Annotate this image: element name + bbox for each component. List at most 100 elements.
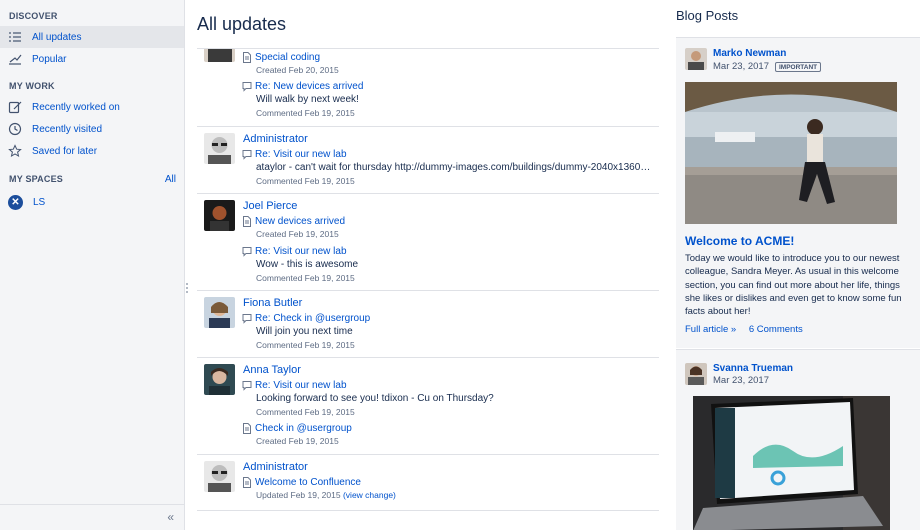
- sidebar-item-popular[interactable]: Popular: [0, 48, 184, 70]
- space-icon: ✕: [8, 194, 23, 210]
- comments-link[interactable]: 6 Comments: [749, 324, 803, 335]
- list-icon: [8, 30, 22, 44]
- avatar[interactable]: [204, 49, 235, 62]
- entry-title-link[interactable]: Re: Visit our new lab: [255, 149, 347, 160]
- comment-icon: [242, 380, 252, 391]
- feed-entry: Re: Visit our new lab Looking forward to…: [242, 378, 652, 419]
- author-link[interactable]: Joel Pierce: [243, 200, 297, 212]
- avatar[interactable]: [204, 461, 235, 492]
- important-badge: IMPORTANT: [775, 62, 822, 72]
- page-title: All updates: [197, 14, 287, 34]
- sidebar-item-label: Recently worked on: [32, 101, 120, 113]
- my-spaces-heading: MY SPACES: [9, 174, 63, 184]
- entry-text: Looking forward to see you! tdixon - Cu …: [256, 393, 494, 404]
- sidebar-item-label: Recently visited: [32, 123, 103, 135]
- my-work-heading: MY WORK: [9, 81, 55, 91]
- post-author-link[interactable]: Marko Newman: [713, 48, 786, 59]
- discover-heading: DISCOVER: [9, 11, 58, 21]
- entry-text: ataylor - can't wait for thursday http:/…: [256, 162, 652, 173]
- author-link[interactable]: Anna Taylor: [243, 364, 301, 376]
- feed-entry: Welcome to Confluence Updated Feb 19, 20…: [242, 475, 652, 502]
- view-change-link[interactable]: (view change): [343, 490, 396, 500]
- entry-title-link[interactable]: Re: New devices arrived: [255, 81, 363, 92]
- feed-entry: New devices arrived Created Feb 19, 2015: [242, 214, 652, 241]
- entry-meta: Commented Feb 19, 2015: [256, 340, 355, 350]
- post-excerpt: Today we would like to introduce you to …: [685, 253, 902, 318]
- entry-meta-text: Updated Feb 19, 2015: [256, 490, 341, 500]
- sidebar-item-label: Popular: [32, 53, 67, 65]
- sidebar-item-recently-worked-on[interactable]: Recently worked on: [0, 96, 184, 118]
- entry-title-link[interactable]: Re: Check in @usergroup: [255, 313, 370, 324]
- sidebar-item-label: LS: [33, 196, 46, 208]
- feed-entry: Special coding Created Feb 20, 2015: [242, 50, 652, 77]
- avatar[interactable]: [685, 48, 707, 70]
- blog-post: Svanna Trueman Mar 23, 2017: [676, 349, 920, 530]
- page-icon: [242, 215, 252, 227]
- sidebar-item-recently-visited[interactable]: Recently visited: [0, 118, 184, 140]
- sidebar-item-saved-for-later[interactable]: Saved for later: [0, 140, 184, 162]
- entry-title-link[interactable]: Check in @usergroup: [255, 423, 352, 434]
- sidebar-item-label: Saved for later: [32, 145, 98, 157]
- author-link[interactable]: Administrator: [243, 133, 308, 145]
- feed-group: Joel Pierce New devices arrived Created …: [197, 194, 659, 291]
- entry-meta: Updated Feb 19, 2015 (view change): [256, 489, 652, 502]
- entry-meta: Created Feb 19, 2015: [256, 229, 339, 239]
- post-author-link[interactable]: Svanna Trueman: [713, 363, 793, 374]
- main-content: All updates Special coding Created Feb 2…: [197, 0, 659, 530]
- post-title-link[interactable]: Welcome to ACME!: [685, 234, 794, 248]
- feed-group: Fiona Butler Re: Check in @usergroup Wil…: [197, 291, 659, 358]
- avatar[interactable]: [204, 200, 235, 231]
- entry-title-link[interactable]: Special coding: [255, 52, 320, 63]
- all-spaces-link[interactable]: All: [165, 174, 176, 185]
- feed-entry: Re: Check in @usergroup Will join you ne…: [242, 311, 652, 352]
- avatar[interactable]: [204, 364, 235, 395]
- post-image[interactable]: [693, 396, 890, 530]
- post-image[interactable]: [685, 82, 897, 224]
- sidebar-resize-handle[interactable]: [186, 283, 188, 293]
- author-link[interactable]: Administrator: [243, 461, 308, 473]
- avatar[interactable]: [204, 297, 235, 328]
- entry-meta: Commented Feb 19, 2015: [256, 407, 355, 417]
- collapse-sidebar-icon[interactable]: «: [167, 510, 174, 524]
- entry-title-link[interactable]: Welcome to Confluence: [255, 477, 361, 488]
- avatar[interactable]: [685, 363, 707, 385]
- edit-icon: [8, 100, 22, 114]
- entry-text: Will walk by next week!: [256, 94, 359, 105]
- feed-entry: Re: Visit our new lab Wow - this is awes…: [242, 244, 652, 285]
- entry-meta: Created Feb 19, 2015: [256, 436, 339, 446]
- sidebar: DISCOVER All updates Popular MY WORK Rec…: [0, 0, 185, 530]
- page-icon: [242, 422, 252, 434]
- feed-group: Anna Taylor Re: Visit our new lab Lookin…: [197, 358, 659, 455]
- blog-posts-title: Blog Posts: [676, 8, 739, 23]
- comment-icon: [242, 149, 252, 160]
- star-icon: [8, 144, 22, 158]
- sidebar-item-all-updates[interactable]: All updates: [0, 26, 184, 48]
- post-date: Mar 23, 2017: [713, 61, 769, 72]
- feed-group: Administrator Re: Visit our new lab atay…: [197, 127, 659, 194]
- post-links: Full article » 6 Comments: [685, 324, 813, 335]
- blog-post: Marko Newman Mar 23, 2017 IMPORTANT Welc…: [676, 37, 920, 348]
- post-date: Mar 23, 2017: [713, 375, 769, 386]
- clock-icon: [8, 122, 22, 136]
- activity-feed: Special coding Created Feb 20, 2015 Re: …: [197, 48, 659, 530]
- avatar[interactable]: [204, 133, 235, 164]
- entry-meta: Commented Feb 19, 2015: [256, 273, 355, 283]
- entry-title-link[interactable]: Re: Visit our new lab: [255, 246, 347, 257]
- author-link[interactable]: Fiona Butler: [243, 297, 302, 309]
- sidebar-item-space-ls[interactable]: ✕ LS: [0, 191, 184, 213]
- entry-meta: Commented Feb 19, 2015: [256, 108, 355, 118]
- page-icon: [242, 51, 252, 63]
- entry-text: Wow - this is awesome: [256, 259, 359, 270]
- feed-entry: Check in @usergroup Created Feb 19, 2015: [242, 421, 652, 448]
- entry-title-link[interactable]: Re: Visit our new lab: [255, 380, 347, 391]
- feed-group: Special coding Created Feb 20, 2015 Re: …: [197, 49, 659, 127]
- trending-icon: [8, 52, 22, 66]
- full-article-link[interactable]: Full article »: [685, 324, 736, 335]
- comment-icon: [242, 246, 252, 257]
- feed-entry: Re: New devices arrived Will walk by nex…: [242, 79, 652, 120]
- entry-title-link[interactable]: New devices arrived: [255, 216, 345, 227]
- feed-group: Administrator Welcome to Confluence Upda…: [197, 455, 659, 511]
- comment-icon: [242, 313, 252, 324]
- entry-meta: Commented Feb 19, 2015: [256, 176, 355, 186]
- page-icon: [242, 476, 252, 488]
